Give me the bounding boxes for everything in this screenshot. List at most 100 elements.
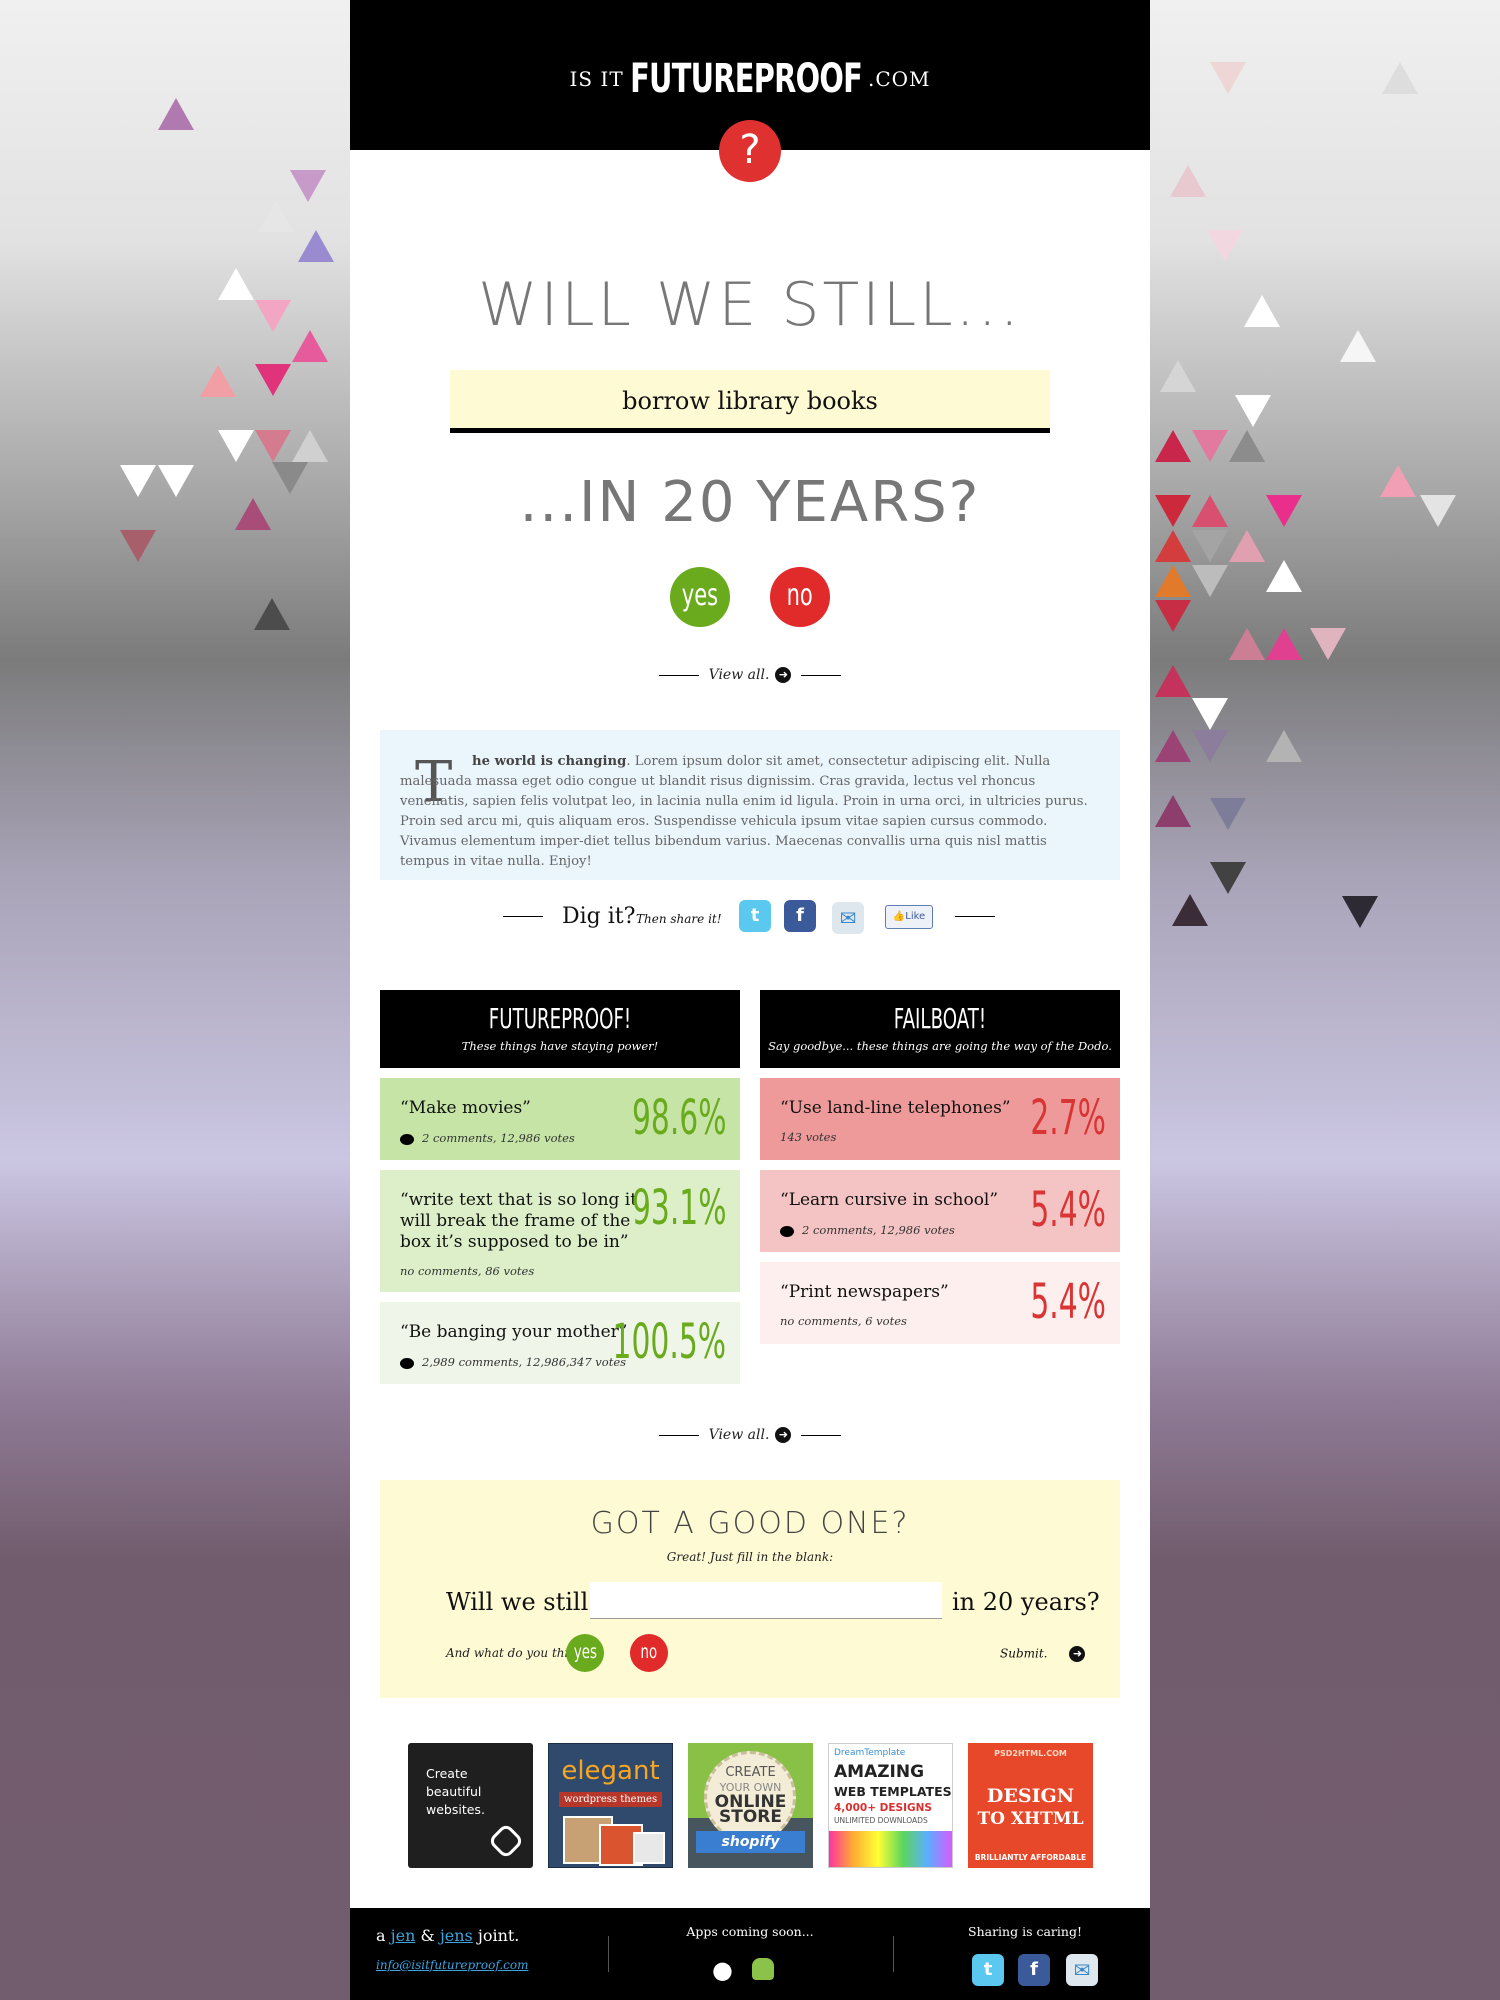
failboat-item[interactable]: “Learn cursive in school” 2 comments, 12… [760,1170,1120,1252]
ad-brand: shopify [696,1831,805,1853]
failboat-header: FAILBOAT! Say goodbye... these things ar… [760,990,1120,1068]
ad-graphic [829,1831,952,1867]
apps-title: Apps coming soon... [686,1924,814,1939]
item-percent: 100.5% [612,1314,726,1370]
site-logo[interactable]: IS IT FUTUREPROOF .COM [350,56,1150,102]
share-subtitle: Then share it! [636,912,722,926]
comment-icon [400,1357,414,1369]
divider [658,674,699,676]
item-meta-text: 2 comments, 12,986 votes [422,1131,575,1145]
vote-yes-label: yes [681,578,719,613]
item-meta: 2 comments, 12,986 votes [780,1223,955,1237]
apple-icon[interactable]: ● [712,1956,733,1984]
intro-body: . Lorem ipsum dolor sit amet, consectetu… [400,754,1088,869]
email-icon[interactable]: ✉ [832,902,864,934]
ad-text: BRILLIANTLY AFFORDABLE [974,1853,1087,1862]
vote-no-button[interactable]: no [770,567,830,627]
item-percent: 93.1% [631,1180,726,1236]
email-link[interactable]: info@isitfutureproof.com [376,1958,528,1972]
futureproof-item[interactable]: “write text that is so long it will brea… [380,1170,740,1292]
jen-link[interactable]: jen [391,1926,416,1945]
form-subheading: Great! Just fill in the blank: [666,1550,834,1564]
ad-dreamtemplate[interactable]: DreamTemplate AMAZING WEB TEMPLATES 4,00… [828,1743,953,1868]
intro-lead: he world is changing [472,754,627,769]
ad-psd2html[interactable]: PSD2HTML.COM DESIGN TO XHTML BRILLIANTLY… [968,1743,1093,1868]
logo-prefix: IS IT [569,67,624,91]
ad-text: beautiful [426,1784,482,1799]
view-all-link-top[interactable]: View all. ➜ [350,667,1150,683]
divider [658,1434,699,1436]
view-all-link-bottom[interactable]: View all. ➜ [350,1427,1150,1443]
like-label: Like [905,911,926,922]
thumbs-up-icon: 👍 [892,911,906,922]
ad-elegant-themes[interactable]: elegant wordpress themes [548,1743,673,1868]
ad-text: CREATE [725,1765,776,1780]
item-quote: “Make movies” [400,1098,531,1118]
form-heading: GOT A GOOD ONE? [590,1506,910,1541]
failboat-item[interactable]: “Use land-line telephones” 143 votes 2.7… [760,1078,1120,1160]
suggestion-input[interactable] [590,1582,942,1619]
ad-squarespace[interactable]: Create beautiful websites. [408,1743,533,1868]
arrow-right-icon: ➜ [775,1427,792,1443]
sponsor-ads: Create beautiful websites. elegant wordp… [350,1743,1150,1868]
ad-brand: DreamTemplate [834,1748,906,1758]
twitter-icon[interactable]: t [739,900,771,932]
failboat-item[interactable]: “Print newspapers” no comments, 6 votes … [760,1262,1120,1344]
ad-shopify[interactable]: CREATE YOUR OWN ONLINE STORE shopify [688,1743,813,1868]
like-button[interactable]: 👍Like [885,905,933,929]
comment-icon [400,1133,414,1145]
form-yes-label: yes [573,1641,597,1663]
ad-title: elegant [561,1756,660,1786]
item-percent: 5.4% [1030,1182,1106,1238]
vote-no-label: no [786,578,814,613]
futureproof-title: FUTUREPROOF! [488,1002,632,1035]
futureproof-header: FUTUREPROOF! These things have staying p… [380,990,740,1068]
credit-text: & [420,1926,435,1945]
item-percent: 98.6% [631,1090,726,1146]
submit-button[interactable]: Submit. ➜ [1000,1646,1086,1662]
facebook-icon[interactable]: f [1018,1954,1050,1986]
android-icon[interactable] [752,1958,774,1980]
logo-brand: FUTUREPROOF [629,56,863,102]
ad-text: Create [426,1766,468,1781]
ad-text: AMAZING [834,1762,925,1782]
ad-text: WEB TEMPLATES [834,1784,952,1799]
divider [955,916,995,917]
credit-text: a [376,1926,386,1945]
email-icon[interactable]: ✉ [1066,1954,1098,1986]
featured-question-blank: borrow library books [450,370,1050,433]
ad-subtitle: wordpress themes [559,1792,662,1807]
item-meta: 143 votes [780,1130,837,1144]
futureproof-item[interactable]: “Make movies” 2 comments, 12,986 votes 9… [380,1078,740,1160]
form-no-button[interactable]: no [630,1634,668,1672]
form-suffix: in 20 years? [952,1588,1100,1616]
twitter-icon[interactable]: t [972,1954,1004,1986]
vote-yes-button[interactable]: yes [670,567,730,627]
divider [801,674,842,676]
intro-box: T he world is changing. Lorem ipsum dolo… [380,730,1120,880]
item-meta: no comments, 6 votes [780,1314,907,1328]
item-meta-text: 2,989 comments, 12,986,347 votes [422,1355,627,1369]
item-meta-text: 2 comments, 12,986 votes [802,1223,955,1237]
share-bar: Dig it? Then share it! t f ✉ 👍Like [350,900,1150,940]
form-no-label: no [640,1641,658,1663]
footer-credit: a jen & jens joint. [376,1926,519,1945]
jens-link[interactable]: jens [440,1926,473,1945]
divider [503,916,543,917]
facebook-icon[interactable]: f [784,900,816,932]
ad-text: DESIGN [986,1785,1075,1807]
ad-text: websites. [426,1802,485,1817]
share-title: Dig it? [562,904,636,929]
ad-text: STORE [719,1807,782,1827]
credit-text: joint. [477,1926,520,1945]
ad-screenshot [633,1832,665,1864]
view-all-label: View all. [708,1427,770,1443]
item-quote: “Be banging your mother” [400,1322,628,1342]
item-quote: “Learn cursive in school” [780,1190,999,1210]
divider [608,1936,609,1972]
form-yes-button[interactable]: yes [566,1634,604,1672]
failboat-title: FAILBOAT! [893,1002,987,1035]
item-quote: “write text that is so long it will brea… [400,1190,638,1252]
futureproof-item[interactable]: “Be banging your mother” 2,989 comments,… [380,1302,740,1384]
question-mark-icon: ? [719,120,781,182]
